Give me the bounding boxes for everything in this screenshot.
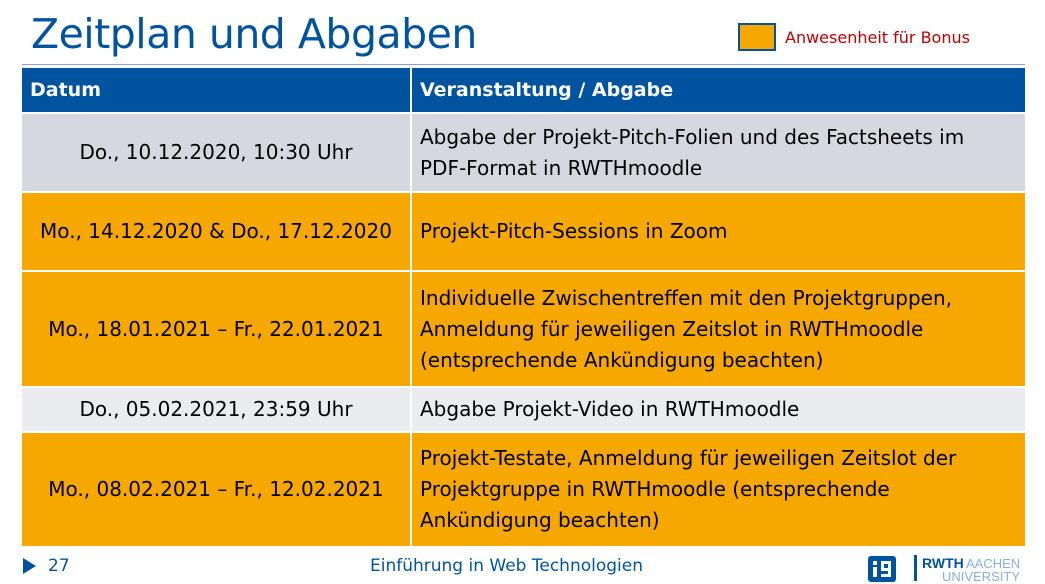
row-date: Mo., 14.12.2020 & Do., 17.12.2020 (22, 192, 412, 272)
row-date: Mo., 08.02.2021 – Fr., 12.02.2021 (22, 432, 412, 548)
row-event: Abgabe der Projekt-Pitch-Folien und des … (411, 113, 1025, 193)
schedule-table: Datum Veranstaltung / Abgabe Do., 10.12.… (22, 68, 1025, 548)
row-event-line: Abgabe Projekt-Video in RWTHmoodle (420, 397, 800, 421)
row-date: Do., 10.12.2020, 10:30 Uhr (22, 113, 412, 193)
row-event-line: Projektgruppe in RWTHmoodle (entsprechen… (420, 477, 890, 501)
row-event-line: Projekt-Pitch-Sessions in Zoom (420, 219, 728, 243)
legend: Anwesenheit für Bonus (738, 23, 970, 51)
row-date: Do., 05.02.2021, 23:59 Uhr (22, 387, 412, 433)
row-event: Individuelle Zwischentreffen mit den Pro… (411, 271, 1025, 388)
row-event-line: Ankündigung beachten) (420, 508, 660, 532)
row-event-line: (entsprechende Ankündigung beachten) (420, 347, 824, 372)
legend-swatch-bonus (738, 23, 776, 51)
rwth-university-logo: RWTH AACHEN UNIVERSITY (914, 555, 1020, 583)
logo-university-text: UNIVERSITY (942, 569, 1020, 583)
column-header-event: Veranstaltung / Abgabe (411, 68, 1025, 114)
row-event-line: Anmeldung für jeweiligen Zeitslot in RWT… (420, 316, 924, 341)
page-number: 27 (48, 556, 70, 576)
row-date: Mo., 18.01.2021 – Fr., 22.01.2021 (22, 271, 412, 388)
footer-title: Einführung in Web Technologien (370, 556, 643, 576)
row-event-line: Projekt-Testate, Anmeldung für jeweilige… (420, 446, 957, 470)
row-event-line: Abgabe der Projekt-Pitch-Folien und des … (420, 124, 965, 149)
table-row: Mo., 18.01.2021 – Fr., 22.01.2021 Indivi… (22, 271, 1025, 388)
row-event-line: PDF-Format in RWTHmoodle (420, 155, 703, 180)
i9-dept-logo-icon (868, 556, 896, 582)
title-divider (22, 64, 1025, 65)
page-title: Zeitplan und Abgaben (31, 10, 477, 58)
row-event: Projekt-Pitch-Sessions in Zoom (411, 192, 1025, 272)
legend-label: Anwesenheit für Bonus (785, 27, 970, 47)
row-event: Projekt-Testate, Anmeldung für jeweilige… (411, 432, 1025, 548)
row-event-line: Individuelle Zwischentreffen mit den Pro… (420, 285, 953, 310)
table-row: Mo., 08.02.2021 – Fr., 12.02.2021 Projek… (22, 432, 1025, 548)
column-header-date: Datum (22, 68, 412, 114)
table-row: Mo., 14.12.2020 & Do., 17.12.2020 Projek… (22, 192, 1025, 272)
table-row: Do., 05.02.2021, 23:59 Uhr Abgabe Projek… (22, 387, 1025, 433)
row-event: Abgabe Projekt-Video in RWTHmoodle (411, 387, 1025, 433)
play-arrow-icon (23, 558, 36, 574)
table-header-row: Datum Veranstaltung / Abgabe (22, 68, 1025, 114)
table-row: Do., 10.12.2020, 10:30 Uhr Abgabe der Pr… (22, 113, 1025, 193)
